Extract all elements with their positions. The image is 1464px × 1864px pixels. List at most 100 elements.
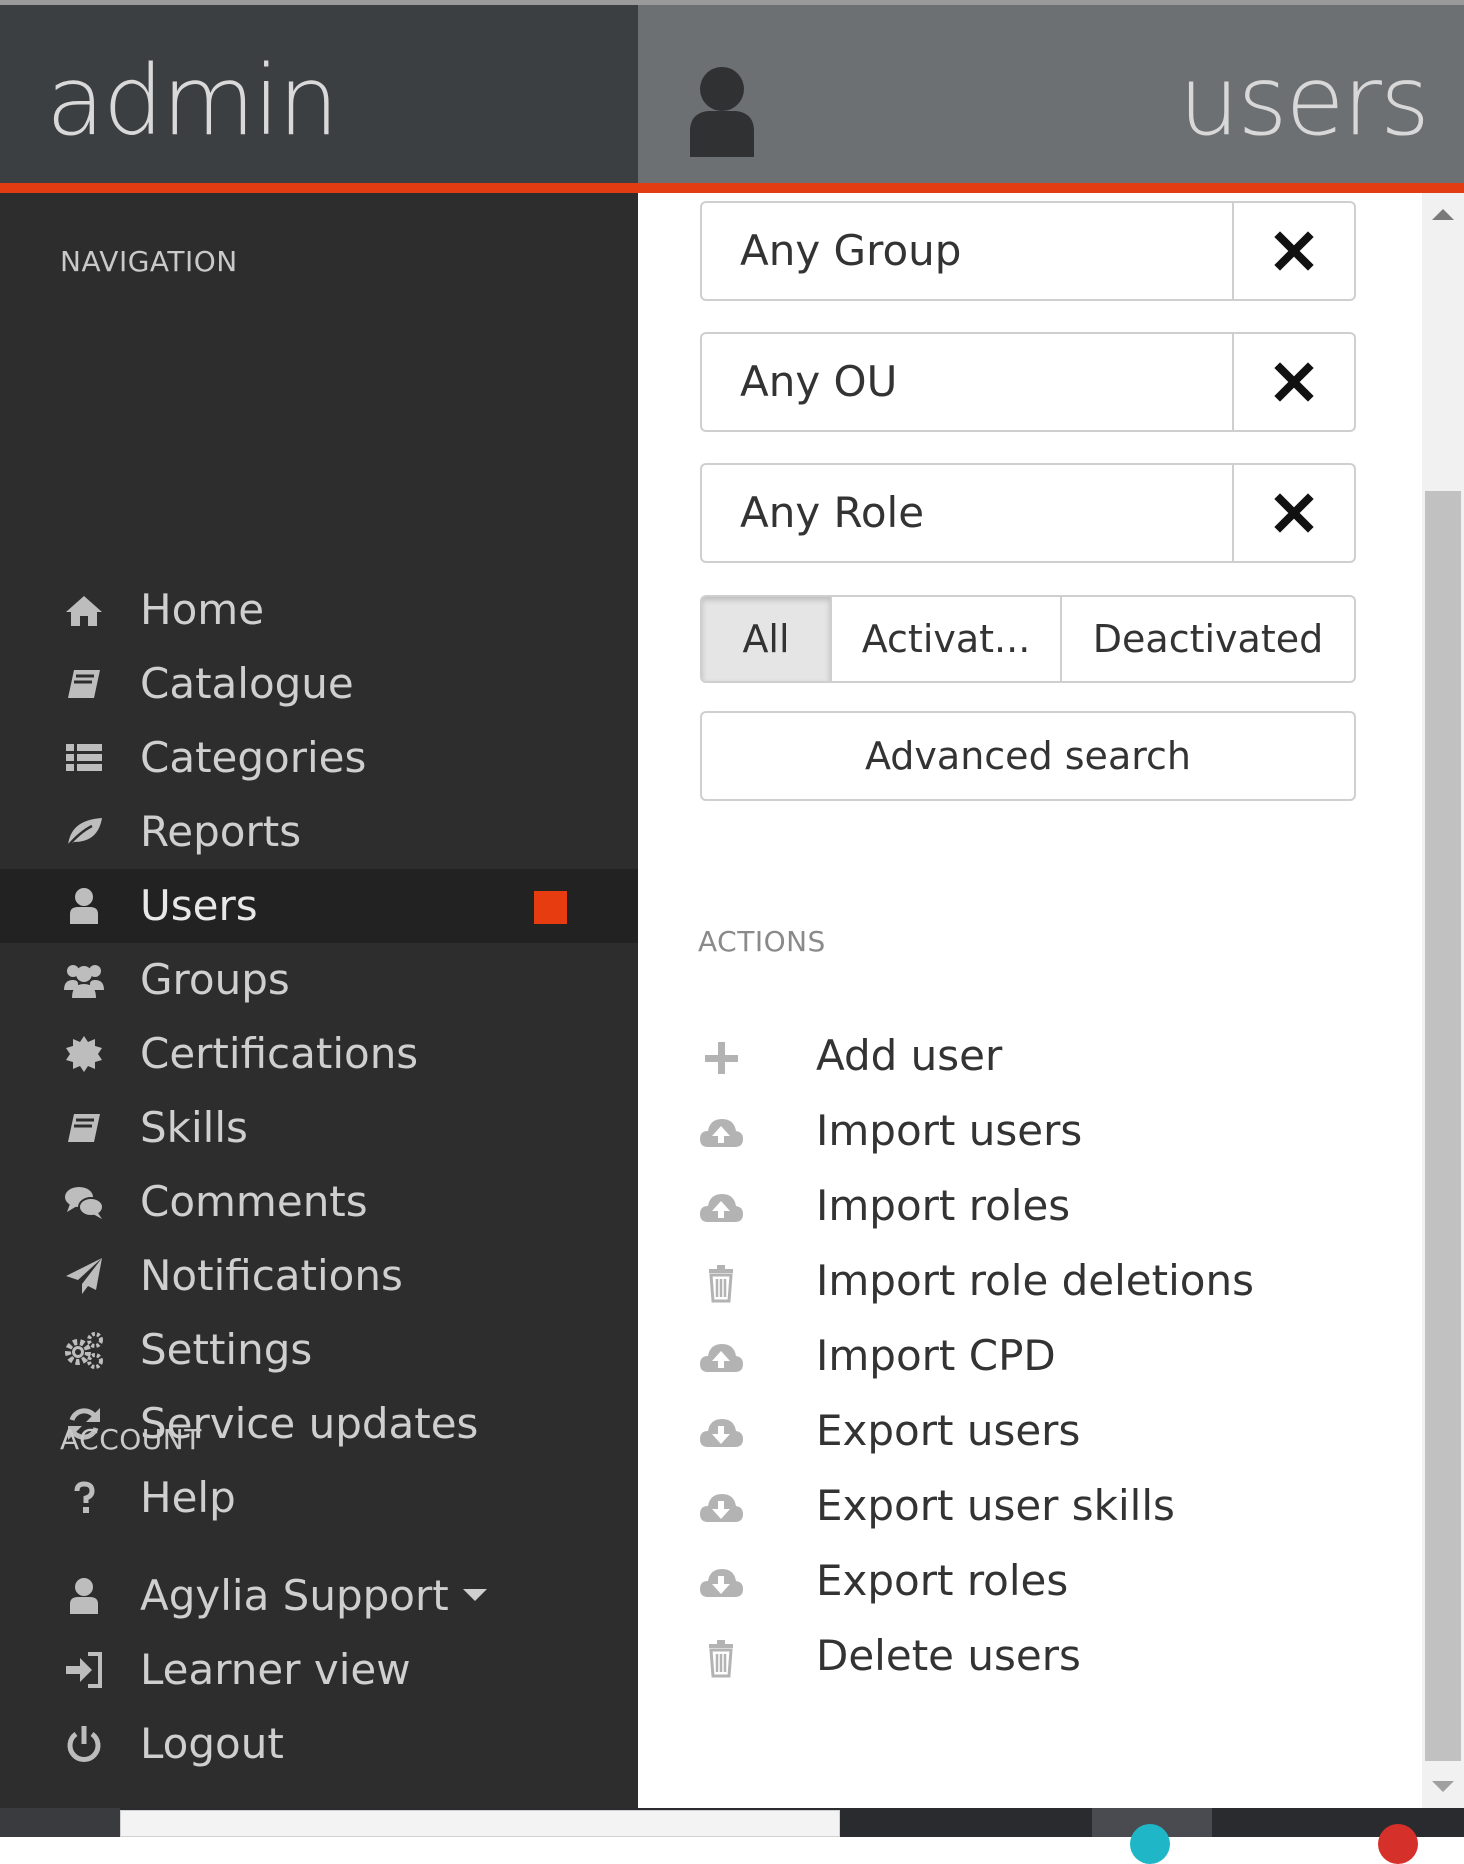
sign-in-icon	[66, 1652, 102, 1688]
list-icon	[66, 744, 102, 771]
sidebar-item-learner-view[interactable]: Learner view	[0, 1633, 638, 1707]
role-filter-value: Any Role	[740, 488, 925, 537]
plus-icon	[705, 1042, 738, 1074]
cogs-icon	[65, 1332, 103, 1369]
sidebar-item-catalogue[interactable]: Catalogue	[0, 647, 638, 721]
action-label: Delete users	[816, 1631, 1081, 1680]
question-icon	[74, 1481, 95, 1513]
sidebar-item-groups[interactable]: Groups	[0, 943, 638, 1017]
sidebar-item-help[interactable]: Help	[0, 1461, 638, 1535]
scroll-down-arrow-icon[interactable]	[1432, 1781, 1454, 1792]
book-icon	[68, 1114, 100, 1142]
cloud-download-icon	[700, 1569, 743, 1597]
app-header: admin users	[0, 5, 1464, 183]
action-label: Import roles	[816, 1181, 1071, 1230]
action-label: Import role deletions	[816, 1256, 1254, 1305]
import-roles-action[interactable]: Import roles	[698, 1171, 1358, 1241]
action-label: Add user	[816, 1031, 1003, 1080]
sidebar-item-skills[interactable]: Skills	[0, 1091, 638, 1165]
sidebar-item-label: Groups	[140, 955, 290, 1004]
add-user-action[interactable]: Add user	[698, 1021, 1358, 1091]
caret-down-icon	[462, 1588, 487, 1601]
status-filter-toggle: All Activat... Deactivated	[700, 595, 1356, 683]
times-icon	[1274, 231, 1314, 271]
action-label: Import users	[816, 1106, 1083, 1155]
header-accent-bar	[0, 183, 1464, 193]
sidebar: NAVIGATION Home Catalogue Categories Rep…	[0, 193, 638, 1808]
users-icon	[64, 965, 104, 998]
account-heading: ACCOUNT	[60, 1423, 202, 1456]
sidebar-item-certifications[interactable]: Certifications	[0, 1017, 638, 1091]
clear-role-button[interactable]	[1232, 465, 1354, 561]
actions-heading: ACTIONS	[698, 925, 826, 958]
sidebar-item-categories[interactable]: Categories	[0, 721, 638, 795]
action-label: Import CPD	[816, 1331, 1056, 1380]
scrollbar-thumb[interactable]	[1425, 491, 1461, 1761]
clear-ou-button[interactable]	[1232, 334, 1354, 430]
sidebar-item-label: Reports	[140, 807, 302, 856]
paper-plane-icon	[66, 1258, 102, 1294]
taskbar-start-area[interactable]	[0, 1808, 120, 1837]
home-icon	[66, 596, 102, 626]
status-all-button[interactable]: All	[702, 597, 832, 681]
brand-title: admin	[46, 45, 339, 157]
page-title: users	[1178, 45, 1430, 157]
sidebar-item-label: Comments	[140, 1177, 368, 1226]
delete-users-action[interactable]: Delete users	[698, 1621, 1358, 1691]
action-label: Export user skills	[816, 1481, 1175, 1530]
taskbar-app-icon[interactable]	[1130, 1824, 1170, 1864]
sidebar-item-comments[interactable]: Comments	[0, 1165, 638, 1239]
sidebar-item-label: Categories	[140, 733, 367, 782]
sidebar-item-label: Users	[140, 881, 258, 930]
user-icon	[690, 67, 754, 157]
group-filter-value: Any Group	[740, 226, 962, 275]
action-label: Export users	[816, 1406, 1081, 1455]
header-section-area: users	[638, 5, 1464, 183]
sidebar-item-label: Logout	[140, 1719, 284, 1768]
sidebar-item-label: Notifications	[140, 1251, 403, 1300]
clear-group-button[interactable]	[1232, 203, 1354, 299]
book-icon	[68, 670, 100, 698]
advanced-search-button[interactable]: Advanced search	[700, 711, 1356, 801]
scroll-up-arrow-icon[interactable]	[1432, 209, 1454, 220]
times-icon	[1274, 493, 1314, 533]
status-activated-button[interactable]: Activat...	[832, 597, 1062, 681]
import-role-deletions-action[interactable]: Import role deletions	[698, 1246, 1358, 1316]
trash-icon	[709, 1640, 733, 1678]
account-name-label: Agylia Support	[140, 1571, 487, 1621]
cloud-upload-icon	[700, 1119, 743, 1147]
status-deactivated-button[interactable]: Deactivated	[1062, 597, 1354, 681]
comments-icon	[65, 1187, 104, 1219]
sidebar-item-label: Settings	[140, 1325, 313, 1374]
power-off-icon	[67, 1726, 101, 1762]
sidebar-item-label: Learner view	[140, 1645, 411, 1694]
account-menu-agylia-support[interactable]: Agylia Support	[0, 1559, 638, 1633]
sidebar-item-home[interactable]: Home	[0, 573, 638, 647]
export-user-skills-action[interactable]: Export user skills	[698, 1471, 1358, 1541]
sidebar-item-label: Skills	[140, 1103, 248, 1152]
trash-icon	[709, 1265, 733, 1303]
header-brand-area: admin	[0, 5, 638, 183]
main-panel: Any Group Any OU Any Role All Activat...…	[638, 193, 1422, 1808]
user-icon	[70, 1578, 98, 1614]
ou-filter[interactable]: Any OU	[700, 332, 1356, 432]
export-users-action[interactable]: Export users	[698, 1396, 1358, 1466]
group-filter[interactable]: Any Group	[700, 201, 1356, 301]
sidebar-item-settings[interactable]: Settings	[0, 1313, 638, 1387]
os-taskbar	[0, 1808, 1464, 1864]
cloud-download-icon	[700, 1419, 743, 1447]
export-roles-action[interactable]: Export roles	[698, 1546, 1358, 1616]
import-users-action[interactable]: Import users	[698, 1096, 1358, 1166]
sidebar-item-logout[interactable]: Logout	[0, 1707, 638, 1781]
import-cpd-action[interactable]: Import CPD	[698, 1321, 1358, 1391]
certificate-icon	[66, 1036, 102, 1072]
sidebar-item-notifications[interactable]: Notifications	[0, 1239, 638, 1313]
sidebar-item-label: Catalogue	[140, 659, 354, 708]
taskbar-search-box[interactable]	[120, 1810, 840, 1837]
sidebar-item-reports[interactable]: Reports	[0, 795, 638, 869]
sidebar-item-users[interactable]: Users	[0, 869, 638, 943]
role-filter[interactable]: Any Role	[700, 463, 1356, 563]
taskbar-app-icon[interactable]	[1378, 1824, 1418, 1864]
ou-filter-value: Any OU	[740, 357, 898, 406]
vertical-scrollbar[interactable]	[1422, 193, 1464, 1808]
